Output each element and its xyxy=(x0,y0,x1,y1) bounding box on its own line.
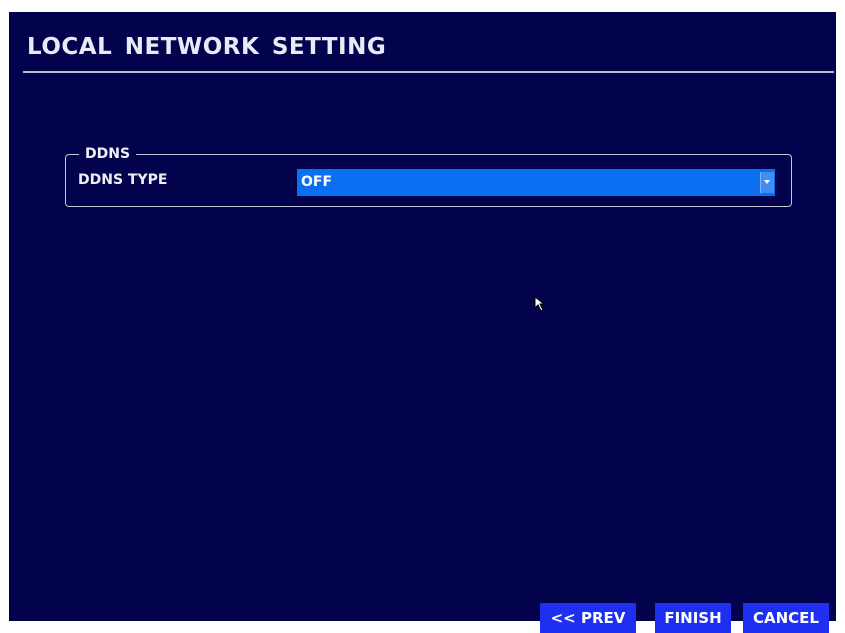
ddns-group-legend: DDNS xyxy=(79,146,137,162)
mouse-cursor-icon xyxy=(534,295,548,316)
prev-button[interactable]: << PREV xyxy=(540,603,636,633)
finish-button[interactable]: FINISH xyxy=(655,603,731,633)
ddns-type-label: DDNS TYPE xyxy=(78,172,168,188)
setup-screen: LOCAL NETWORK SETTING DDNS DDNS TYPE OFF xyxy=(9,12,836,621)
page-title: LOCAL NETWORK SETTING xyxy=(27,34,387,60)
ddns-type-selected-value: OFF xyxy=(301,174,333,190)
cancel-button[interactable]: CANCEL xyxy=(743,603,829,633)
title-divider xyxy=(23,71,834,73)
ddns-type-select[interactable]: OFF xyxy=(297,169,775,196)
chevron-down-icon[interactable] xyxy=(760,172,774,193)
ddns-group-box: DDNS DDNS TYPE OFF xyxy=(65,146,792,207)
